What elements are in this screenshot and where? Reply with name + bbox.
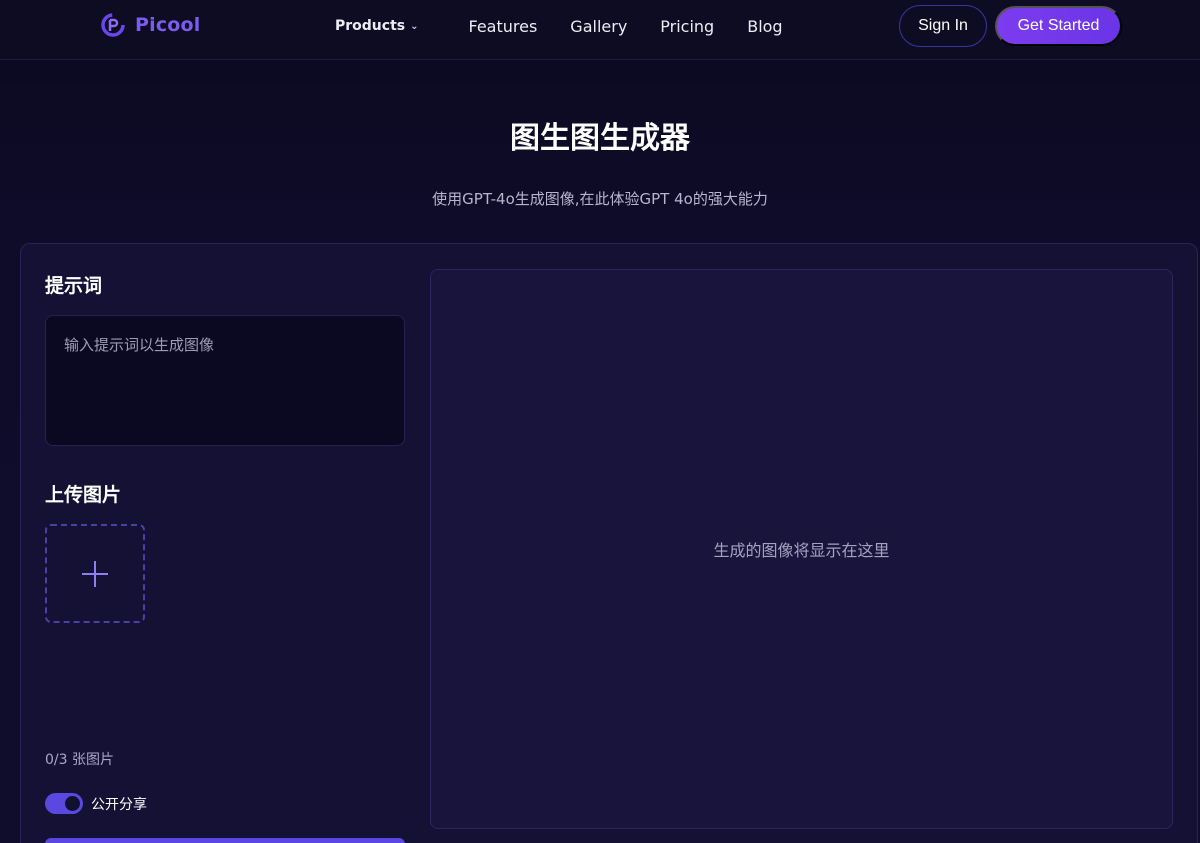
page: Picool Products ⌄ Features Gallery Prici…	[0, 0, 1200, 843]
nav-pricing[interactable]: Pricing	[660, 17, 714, 36]
toggle-knob	[65, 796, 80, 811]
picool-logo-icon	[101, 13, 125, 37]
nav-products-label: Products	[335, 18, 406, 34]
image-count: 0/3 张图片	[45, 752, 114, 768]
generate-button[interactable]	[45, 838, 405, 843]
main-nav: Products ⌄ Features Gallery Pricing Blog	[335, 0, 816, 52]
brand-name: Picool	[135, 14, 201, 36]
upload-image-button[interactable]	[45, 524, 145, 623]
top-navbar: Picool Products ⌄ Features Gallery Prici…	[0, 0, 1200, 60]
plus-icon	[82, 560, 108, 587]
nav-blog[interactable]: Blog	[747, 17, 782, 36]
image-preview-area: 生成的图像将显示在这里	[430, 269, 1173, 829]
brand-logo[interactable]: Picool	[101, 13, 201, 37]
get-started-button[interactable]: Get Started	[995, 6, 1122, 46]
nav-products[interactable]: Products ⌄	[335, 18, 419, 34]
nav-features[interactable]: Features	[469, 17, 538, 36]
prompt-label: 提示词	[45, 275, 103, 297]
prompt-input[interactable]: 输入提示词以生成图像	[45, 315, 405, 446]
chevron-down-icon: ⌄	[410, 20, 419, 32]
preview-placeholder: 生成的图像将显示在这里	[713, 541, 890, 560]
nav-gallery[interactable]: Gallery	[570, 17, 627, 36]
public-share-toggle[interactable]	[45, 793, 83, 814]
public-share-label: 公开分享	[91, 797, 147, 813]
upload-label: 上传图片	[45, 484, 122, 506]
prompt-placeholder: 输入提示词以生成图像	[64, 336, 215, 354]
page-title: 图生图生成器	[510, 121, 690, 156]
sign-in-button[interactable]: Sign In	[899, 5, 987, 47]
page-subtitle: 使用GPT-4o生成图像,在此体验GPT 4o的强大能力	[432, 190, 768, 208]
